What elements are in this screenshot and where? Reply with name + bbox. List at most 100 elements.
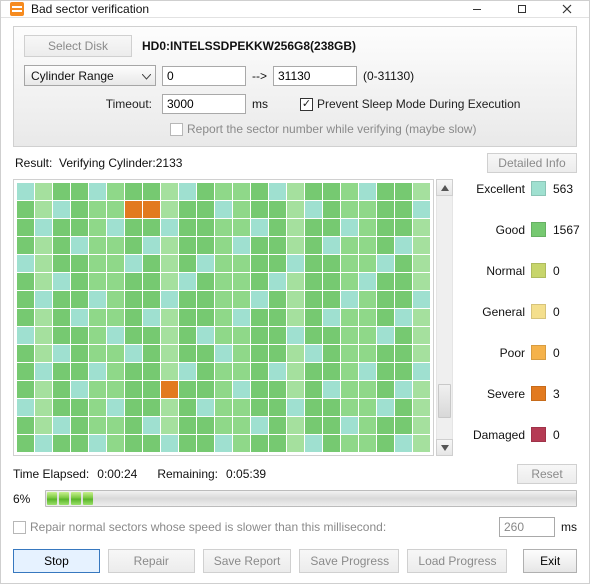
elapsed-value: 0:00:24	[97, 467, 137, 481]
legend-name: General	[461, 305, 525, 319]
grid-cell	[395, 201, 412, 218]
grid-cell	[377, 381, 394, 398]
maximize-button[interactable]	[499, 1, 544, 17]
grid-cell	[107, 183, 124, 200]
grid-cell	[17, 435, 34, 452]
load-progress-button[interactable]: Load Progress	[407, 549, 507, 573]
grid-cell	[233, 273, 250, 290]
scroll-down-icon[interactable]	[436, 439, 453, 456]
grid-cell	[179, 381, 196, 398]
grid-cell	[161, 399, 178, 416]
grid-cell	[251, 201, 268, 218]
legend-row: Good1567	[461, 222, 590, 237]
detailed-info-button[interactable]: Detailed Info	[487, 153, 577, 173]
result-status: Result: Verifying Cylinder:2133	[13, 156, 182, 170]
block-grid	[16, 182, 431, 453]
range-from-input[interactable]	[162, 66, 246, 86]
grid-cell	[215, 309, 232, 326]
grid-cell	[53, 201, 70, 218]
scroll-track[interactable]	[436, 196, 453, 439]
grid-cell	[107, 435, 124, 452]
grid-cell	[377, 435, 394, 452]
grid-cell	[305, 435, 322, 452]
grid-cell	[17, 201, 34, 218]
timeout-input[interactable]	[162, 94, 246, 114]
grid-cell	[107, 237, 124, 254]
grid-cell	[35, 183, 52, 200]
grid-cell	[233, 381, 250, 398]
grid-cell	[359, 417, 376, 434]
grid-cell	[125, 255, 142, 272]
grid-cell	[161, 273, 178, 290]
save-report-button[interactable]: Save Report	[203, 549, 292, 573]
window-root: Bad sector verification Select Disk HD0:…	[0, 0, 590, 584]
grid-cell	[305, 273, 322, 290]
grid-cell	[179, 417, 196, 434]
grid-cell	[323, 201, 340, 218]
legend-swatch	[531, 304, 546, 319]
grid-cell	[413, 327, 430, 344]
stop-button[interactable]: Stop	[13, 549, 100, 573]
repair-threshold-input[interactable]	[499, 517, 555, 537]
grid-cell	[413, 309, 430, 326]
grid-cell	[71, 327, 88, 344]
grid-cell	[287, 273, 304, 290]
grid-cell	[359, 219, 376, 236]
grid-cell	[323, 309, 340, 326]
grid-cell	[125, 183, 142, 200]
grid-cell	[17, 327, 34, 344]
report-sector-checkbox[interactable]: Report the sector number while verifying…	[170, 122, 476, 136]
legend-name: Severe	[461, 387, 525, 401]
prevent-sleep-checkbox[interactable]: Prevent Sleep Mode During Execution	[300, 97, 520, 111]
grid-cell	[53, 345, 70, 362]
grid-cell	[323, 417, 340, 434]
grid-cell	[197, 237, 214, 254]
grid-cell	[287, 381, 304, 398]
grid-cell	[251, 273, 268, 290]
grid-cell	[359, 273, 376, 290]
grid-cell	[89, 363, 106, 380]
grid-cell	[269, 345, 286, 362]
grid-cell	[17, 183, 34, 200]
scroll-up-icon[interactable]	[436, 179, 453, 196]
grid-cell	[161, 201, 178, 218]
grid-cell	[215, 417, 232, 434]
save-progress-button[interactable]: Save Progress	[299, 549, 399, 573]
grid-cell	[323, 363, 340, 380]
grid-cell	[251, 219, 268, 236]
exit-button[interactable]: Exit	[523, 549, 577, 573]
grid-cell	[161, 219, 178, 236]
grid-cell	[53, 309, 70, 326]
range-mode-combo[interactable]: Cylinder Range	[24, 65, 156, 86]
legend-count: 0	[553, 264, 590, 278]
grid-cell	[107, 345, 124, 362]
legend-name: Poor	[461, 346, 525, 360]
reset-button[interactable]: Reset	[517, 464, 577, 484]
minimize-button[interactable]	[454, 1, 499, 17]
scroll-thumb[interactable]	[438, 384, 451, 418]
grid-cell	[35, 309, 52, 326]
grid-cell	[143, 435, 160, 452]
grid-cell	[53, 183, 70, 200]
grid-cell	[125, 435, 142, 452]
range-to-input[interactable]	[273, 66, 357, 86]
grid-cell	[35, 363, 52, 380]
legend-name: Good	[461, 223, 525, 237]
select-disk-button[interactable]: Select Disk	[24, 35, 132, 57]
grid-cell	[377, 309, 394, 326]
grid-cell	[53, 219, 70, 236]
grid-cell	[89, 381, 106, 398]
grid-cell	[125, 291, 142, 308]
grid-cell	[17, 273, 34, 290]
grid-cell	[197, 273, 214, 290]
block-grid-scrollbar[interactable]	[436, 179, 453, 456]
grid-cell	[233, 255, 250, 272]
close-button[interactable]	[544, 1, 589, 17]
progress-segment	[59, 492, 69, 505]
grid-cell	[323, 399, 340, 416]
repair-threshold-checkbox[interactable]: Repair normal sectors whose speed is slo…	[13, 520, 386, 534]
grid-cell	[89, 237, 106, 254]
repair-button[interactable]: Repair	[108, 549, 195, 573]
grid-cell	[125, 237, 142, 254]
grid-cell	[215, 201, 232, 218]
